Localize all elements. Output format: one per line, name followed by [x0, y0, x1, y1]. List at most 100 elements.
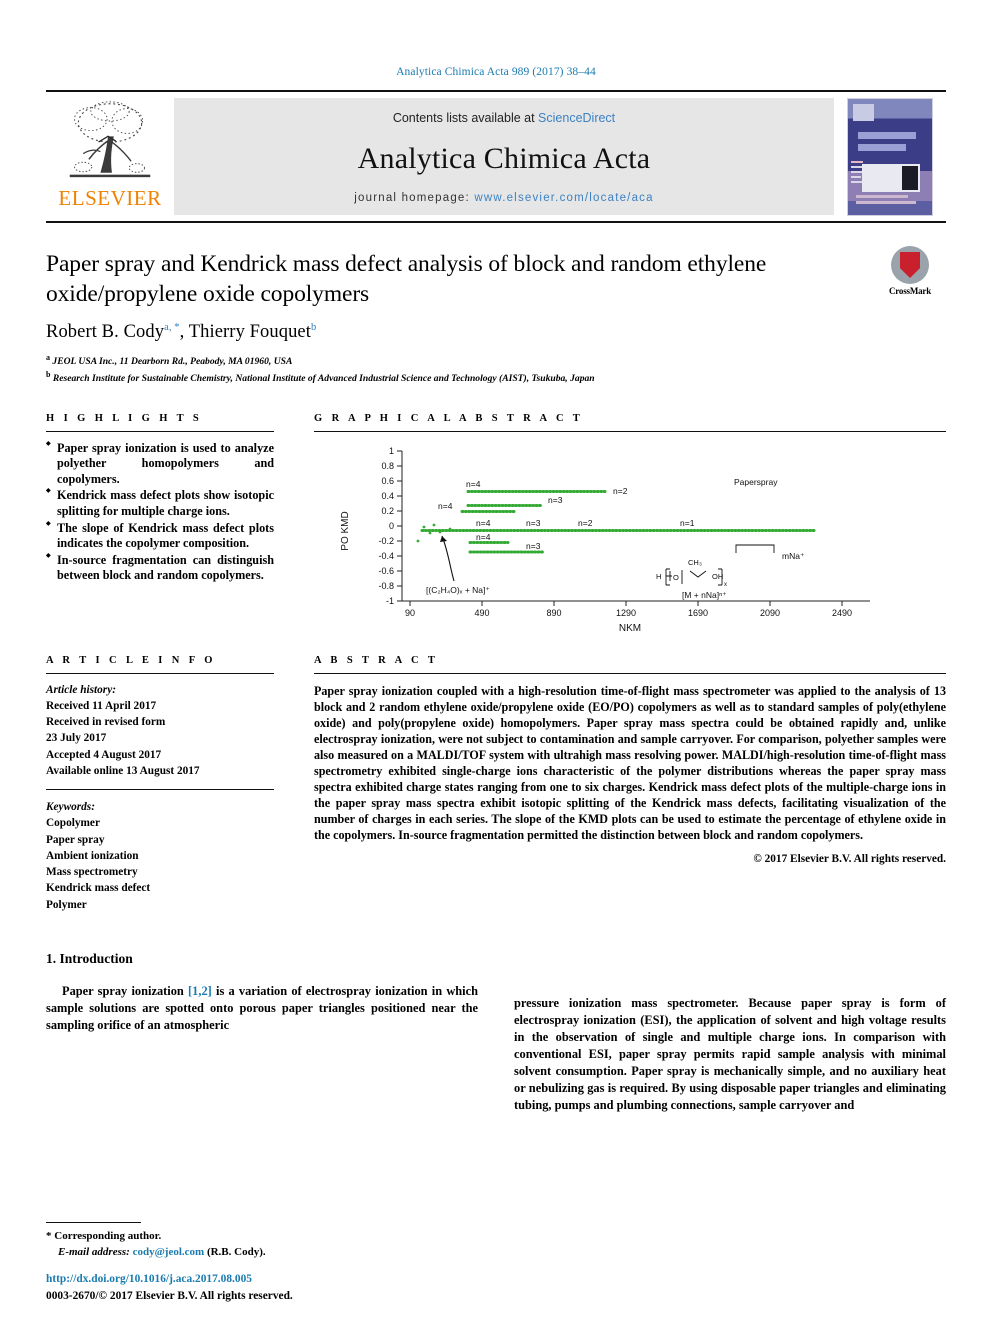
keyword-item: Polymer — [46, 898, 87, 911]
graphical-abstract-figure: 1 0.8 0.6 0.4 0.2 0 -0.2 -0.4 -0.6 -0.8 … — [314, 441, 946, 637]
keyword-item: Ambient ionization — [46, 849, 139, 862]
history-item: Available online 13 August 2017 — [46, 764, 200, 777]
corresponding-author-note: * Corresponding author. E-mail address: … — [46, 1229, 466, 1261]
annotation-n2-b: n=2 — [578, 518, 593, 528]
affiliation-b: b Research Institute for Sustainable Che… — [46, 369, 946, 386]
chart-annotations: Paperspray n=4 n=2 n=3 n=4 n=4 n=3 n=2 n… — [426, 477, 805, 600]
intro-text-prefix: Paper spray ionization — [62, 984, 189, 999]
keywords-rule — [46, 789, 274, 791]
corresponding-label: Corresponding author. — [54, 1230, 162, 1243]
list-item: Paper spray ionization is used to analyz… — [46, 441, 274, 488]
keywords-block: Keywords: Copolymer Paper spray Ambient … — [46, 799, 274, 913]
keyword-item: Kendrick mass defect — [46, 882, 151, 895]
body-column-left: 1. Introduction Paper spray ionization [… — [46, 951, 478, 1114]
highlights-column: H I G H L I G H T S Paper spray ionizati… — [46, 409, 292, 637]
svg-text:-0.6: -0.6 — [378, 566, 394, 576]
abstract-rule — [314, 672, 946, 674]
history-item: Received in revised form — [46, 716, 166, 729]
annotation-n2-a: n=2 — [613, 486, 628, 496]
article-info-heading: A R T I C L E I N F O — [46, 654, 216, 666]
list-item: Kendrick mass defect plots show isotopic… — [46, 488, 274, 519]
author-2-marks[interactable]: b — [311, 322, 316, 333]
keyword-item: Mass spectrometry — [46, 866, 138, 879]
affiliation-a: a JEOL USA Inc., 11 Dearborn Rd., Peabod… — [46, 352, 946, 369]
svg-text:1690: 1690 — [688, 608, 708, 618]
email-label: E-mail address: — [58, 1246, 130, 1259]
article-info-rule — [46, 672, 274, 674]
homepage-prefix: journal homepage: — [354, 192, 475, 204]
affiliation-a-text: JEOL USA Inc., 11 Dearborn Rd., Peabody,… — [52, 356, 293, 368]
citation-link[interactable]: [1,2] — [188, 984, 212, 998]
elsevier-wordmark: ELSEVIER — [58, 186, 162, 210]
crossmark-icon — [891, 246, 929, 284]
y-axis-label: PO KMD — [340, 511, 351, 550]
structure-labels: H O CH₃ OH x — [656, 558, 727, 588]
affiliation-a-mark: a — [46, 353, 50, 363]
annotation-paperspray: Paperspray — [734, 477, 778, 487]
sciencedirect-link[interactable]: ScienceDirect — [538, 111, 615, 125]
annotation-n4-c: n=4 — [476, 518, 491, 528]
abstract-copyright: © 2017 Elsevier B.V. All rights reserved… — [753, 853, 946, 866]
graphical-abstract-rule — [314, 430, 946, 432]
annotation-n3-c: n=3 — [526, 541, 541, 551]
scatter-points — [416, 523, 452, 542]
cover-footer-lines — [856, 194, 920, 209]
email-line: E-mail address: cody@jeol.com (R.B. Cody… — [46, 1245, 466, 1261]
svg-text:-0.2: -0.2 — [378, 536, 394, 546]
elsevier-logo-cell: ELSEVIER — [46, 92, 174, 221]
svg-text:x: x — [724, 582, 727, 588]
journal-homepage-link[interactable]: www.elsevier.com/locate/aca — [474, 192, 653, 204]
author-name-1: Robert B. Cody — [46, 322, 165, 343]
section-title-introduction: 1. Introduction — [46, 951, 133, 967]
annotation-mna: mNa⁺ — [782, 551, 805, 561]
svg-text:0.6: 0.6 — [381, 476, 394, 486]
footnote-rule — [46, 1222, 141, 1224]
annotation-n4-a: n=4 — [466, 479, 481, 489]
crossmark-badge[interactable]: CrossMark — [874, 246, 946, 296]
highlights-and-graphical-abstract: H I G H L I G H T S Paper spray ionizati… — [46, 409, 946, 637]
footnote-block: * Corresponding author. E-mail address: … — [46, 1222, 466, 1261]
annotation-n4-b: n=4 — [438, 501, 453, 511]
doi-link[interactable]: http://dx.doi.org/10.1016/j.aca.2017.08.… — [46, 1271, 546, 1288]
cover-artwork-panel — [902, 165, 918, 190]
y-tick-labels: 1 0.8 0.6 0.4 0.2 0 -0.2 -0.4 -0.6 -0.8 … — [378, 446, 394, 606]
journal-cover-cell — [834, 92, 946, 221]
svg-text:0.8: 0.8 — [381, 461, 394, 471]
svg-text:-1: -1 — [386, 596, 394, 606]
annotation-leader-line — [441, 535, 455, 581]
svg-text:-0.4: -0.4 — [378, 551, 394, 561]
svg-text:1: 1 — [389, 446, 394, 456]
page-title: Paper spray and Kendrick mass defect ana… — [46, 251, 767, 307]
x-axis-label: NKM — [619, 623, 641, 634]
doi-footer: http://dx.doi.org/10.1016/j.aca.2017.08.… — [46, 1271, 546, 1305]
svg-text:OH: OH — [712, 572, 723, 581]
svg-text:1290: 1290 — [616, 608, 636, 618]
running-head: Analytica Chimica Acta 989 (2017) 38–44 — [396, 66, 596, 78]
svg-text:O: O — [673, 573, 679, 582]
article-history-label: Article history: — [46, 683, 116, 696]
contents-available-line: Contents lists available at ScienceDirec… — [393, 111, 615, 125]
article-history: Article history: Received 11 April 2017 … — [46, 682, 274, 780]
cover-logo-box — [853, 103, 874, 121]
author-1-marks[interactable]: a, * — [164, 322, 180, 333]
svg-text:0: 0 — [389, 521, 394, 531]
abstract-text: Paper spray ionization coupled with a hi… — [314, 683, 946, 843]
annotation-n3-a: n=3 — [548, 495, 563, 505]
x-tick-labels: 90 490 890 1290 1690 2090 2490 — [405, 608, 852, 618]
highlights-list: Paper spray ionization is used to analyz… — [46, 441, 274, 584]
svg-text:0.4: 0.4 — [381, 491, 394, 501]
svg-text:90: 90 — [405, 608, 415, 618]
affiliation-b-text: Research Institute for Sustainable Chemi… — [52, 373, 595, 385]
email-owner: (R.B. Cody). — [206, 1246, 266, 1259]
graphical-abstract-heading: G R A P H I C A L A B S T R A C T — [314, 412, 584, 424]
annotation-charged-species: [M + nNa]ⁿ⁺ — [682, 590, 727, 600]
article-info-column: A R T I C L E I N F O Article history: R… — [46, 651, 292, 913]
abstract-column: A B S T R A C T Paper spray ionization c… — [292, 651, 946, 913]
email-link[interactable]: cody@jeol.com — [133, 1246, 205, 1258]
annotation-n1: n=1 — [680, 518, 695, 528]
body-column-right: pressure ionization mass spectrometer. B… — [514, 951, 946, 1114]
history-item: 23 July 2017 — [46, 732, 107, 745]
kmd-scatter-plot: 1 0.8 0.6 0.4 0.2 0 -0.2 -0.4 -0.6 -0.8 … — [340, 446, 870, 634]
elsevier-tree-logo — [69, 101, 151, 178]
paper-page: Analytica Chimica Acta 989 (2017) 38–44 — [0, 0, 992, 1323]
